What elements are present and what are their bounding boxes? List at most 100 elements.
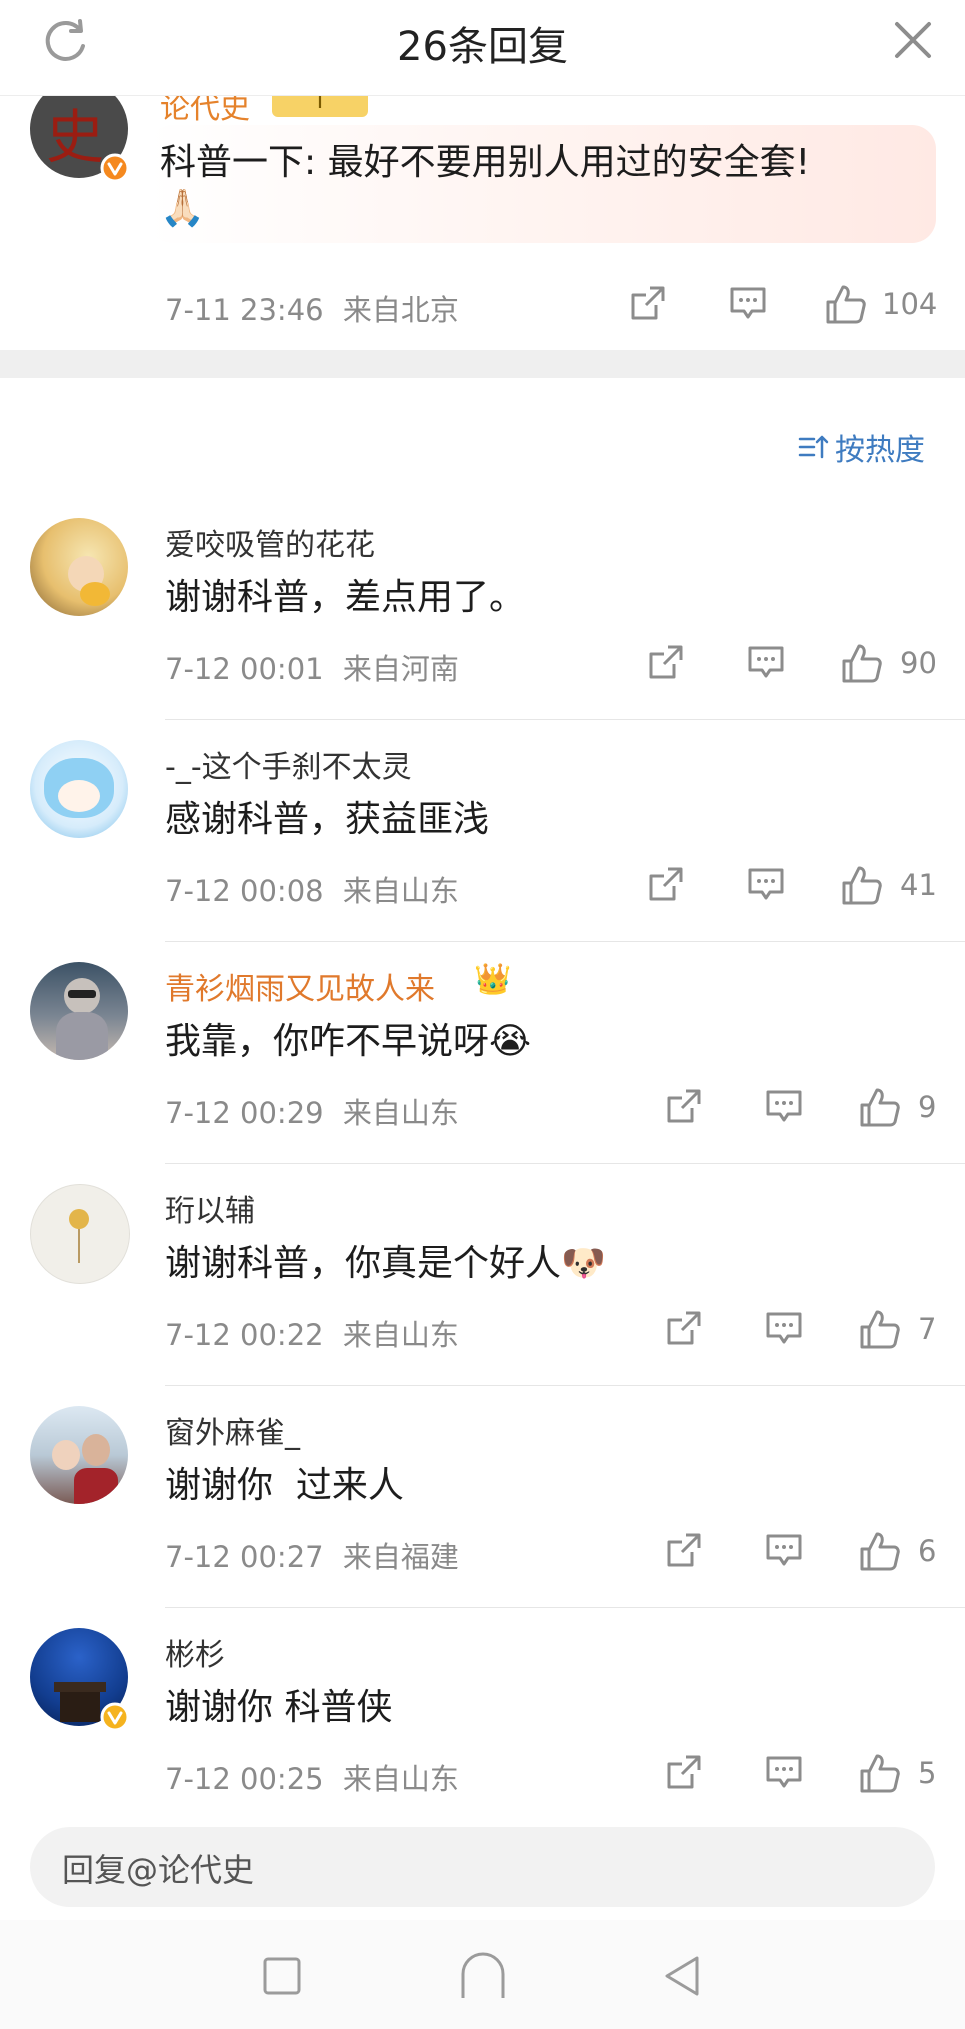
comment-text: 科普一下: 最好不要用别人用过的安全套! <box>160 142 811 183</box>
comment-actions: 41 <box>646 864 946 914</box>
comment-item: 青衫烟雨又见故人来 👑 我靠，你咋不早说呀😭 7-12 00:29 来自山东 9 <box>0 942 965 1164</box>
timestamp: 7-12 00:25 <box>165 1762 324 1796</box>
comment-icon[interactable] <box>728 283 768 323</box>
like-count: 5 <box>918 1756 937 1790</box>
comment-item: 窗外麻雀_ 谢谢你 过来人 7-12 00:27 来自福建 6 <box>0 1386 965 1608</box>
avatar[interactable] <box>30 1184 130 1284</box>
like-count: 7 <box>918 1312 937 1346</box>
reply-input[interactable]: 回复@论代史 <box>30 1827 935 1907</box>
timestamp: 7-12 00:29 <box>165 1096 324 1130</box>
timestamp: 7-12 00:27 <box>165 1540 324 1574</box>
comment-actions: 104 <box>628 283 938 333</box>
close-icon[interactable] <box>891 18 935 62</box>
location: 来自山东 <box>342 1318 459 1352</box>
username[interactable]: 窗外麻雀_ <box>165 1408 300 1452</box>
comment-actions: 6 <box>664 1530 946 1580</box>
location: 来自山东 <box>342 874 459 908</box>
share-icon[interactable] <box>664 1530 704 1570</box>
like-icon[interactable] <box>858 1752 902 1796</box>
reply-placeholder: 回复@论代史 <box>62 1851 255 1889</box>
comment-item: 爱咬吸管的花花 谢谢科普，差点用了。 7-12 00:01 来自河南 90 <box>0 498 965 720</box>
like-icon[interactable] <box>840 864 884 908</box>
header: 26条回复 <box>0 0 965 96</box>
comment-actions: 5 <box>664 1752 946 1802</box>
like-icon[interactable] <box>840 642 884 686</box>
like-count: 6 <box>918 1534 937 1568</box>
avatar-glyph: 史 <box>46 103 105 171</box>
like-count: 90 <box>900 646 937 680</box>
location: 来自北京 <box>342 293 459 327</box>
comment-text: 谢谢科普，差点用了。 <box>165 577 526 618</box>
sort-label: 按热度 <box>835 433 925 468</box>
sort-icon <box>798 435 829 459</box>
comment-icon[interactable] <box>746 864 786 904</box>
share-icon[interactable] <box>646 864 686 904</box>
comment-item: 珩以辅 谢谢科普，你真是个好人🐶 7-12 00:22 来自山东 7 <box>0 1164 965 1386</box>
timestamp: 7-12 00:08 <box>165 874 324 908</box>
comment-meta: 7-11 23:46 来自北京 <box>165 287 459 329</box>
username[interactable]: 爱咬吸管的花花 <box>165 520 375 564</box>
comment-meta: 7-12 00:01 来自河南 <box>165 646 459 688</box>
share-icon[interactable] <box>664 1752 704 1792</box>
comment-text: 谢谢科普，你真是个好人🐶 <box>165 1243 606 1284</box>
username[interactable]: 青衫烟雨又见故人来 <box>165 964 435 1008</box>
comment-actions: 7 <box>664 1308 946 1358</box>
location: 来自河南 <box>342 652 459 686</box>
comment-item: 彬杉 谢谢你 科普侠 7-12 00:25 来自山东 5 <box>0 1608 965 1830</box>
comment-icon[interactable] <box>764 1752 804 1792</box>
comment-icon[interactable] <box>764 1530 804 1570</box>
comment-text: 感谢科普，获益匪浅 <box>165 799 490 840</box>
comment-actions: 9 <box>664 1086 946 1136</box>
share-icon[interactable] <box>628 283 668 323</box>
like-count: 104 <box>882 287 938 321</box>
share-icon[interactable] <box>664 1308 704 1348</box>
comment-icon[interactable] <box>746 642 786 682</box>
comment-meta: 7-12 00:29 来自山东 <box>165 1090 459 1132</box>
share-icon[interactable] <box>646 642 686 682</box>
avatar[interactable] <box>30 518 128 616</box>
comment-actions: 90 <box>646 642 946 692</box>
like-count: 41 <box>900 868 937 902</box>
section-divider <box>0 350 965 378</box>
comment-meta: 7-12 00:22 来自山东 <box>165 1312 459 1354</box>
username[interactable]: 论代史 <box>160 95 250 127</box>
verified-icon <box>100 1702 130 1732</box>
avatar[interactable] <box>30 740 128 838</box>
comment-meta: 7-12 00:08 来自山东 <box>165 868 459 910</box>
verified-icon <box>100 153 130 183</box>
like-icon[interactable] <box>824 283 868 327</box>
avatar[interactable] <box>30 1406 128 1504</box>
square-nav-icon[interactable] <box>262 1956 302 1996</box>
like-icon[interactable] <box>858 1530 902 1574</box>
avatar[interactable] <box>30 962 128 1060</box>
username[interactable]: -_-这个手刹不太灵 <box>165 742 412 786</box>
system-nav-bar <box>0 1920 965 2029</box>
timestamp: 7-12 00:22 <box>165 1318 324 1352</box>
location: 来自山东 <box>342 1762 459 1796</box>
like-icon[interactable] <box>858 1308 902 1352</box>
timestamp: 7-12 00:01 <box>165 652 324 686</box>
comment-icon[interactable] <box>764 1308 804 1348</box>
timestamp: 7-11 23:46 <box>165 293 324 327</box>
home-nav-icon[interactable] <box>458 1950 508 2000</box>
main-comment: 史 论代史 I 科普一下: 最好不要用别人用过的安全套! 🙏🏻 7-11 23:… <box>0 95 965 350</box>
like-icon[interactable] <box>858 1086 902 1130</box>
like-count: 9 <box>918 1090 937 1124</box>
location: 来自福建 <box>342 1540 459 1574</box>
comment-text: 谢谢你 过来人 <box>165 1465 404 1506</box>
location: 来自山东 <box>342 1096 459 1130</box>
share-icon[interactable] <box>664 1086 704 1126</box>
comment-item: -_-这个手刹不太灵 感谢科普，获益匪浅 7-12 00:08 来自山东 41 <box>0 720 965 942</box>
comment-meta: 7-12 00:27 来自福建 <box>165 1534 459 1576</box>
page-title: 26条回复 <box>397 24 568 70</box>
level-badge: I <box>272 95 368 117</box>
username[interactable]: 彬杉 <box>165 1630 225 1674</box>
comment-icon[interactable] <box>764 1086 804 1126</box>
comment-text: 我靠，你咋不早说呀😭 <box>165 1021 532 1062</box>
comment-meta: 7-12 00:25 来自山东 <box>165 1756 459 1798</box>
back-nav-icon[interactable] <box>662 1954 702 1998</box>
sort-button[interactable]: 按热度 <box>797 425 925 469</box>
emoji: 🙏🏻 <box>160 188 205 229</box>
comment-text: 谢谢你 科普侠 <box>165 1687 393 1728</box>
username[interactable]: 珩以辅 <box>165 1186 255 1230</box>
